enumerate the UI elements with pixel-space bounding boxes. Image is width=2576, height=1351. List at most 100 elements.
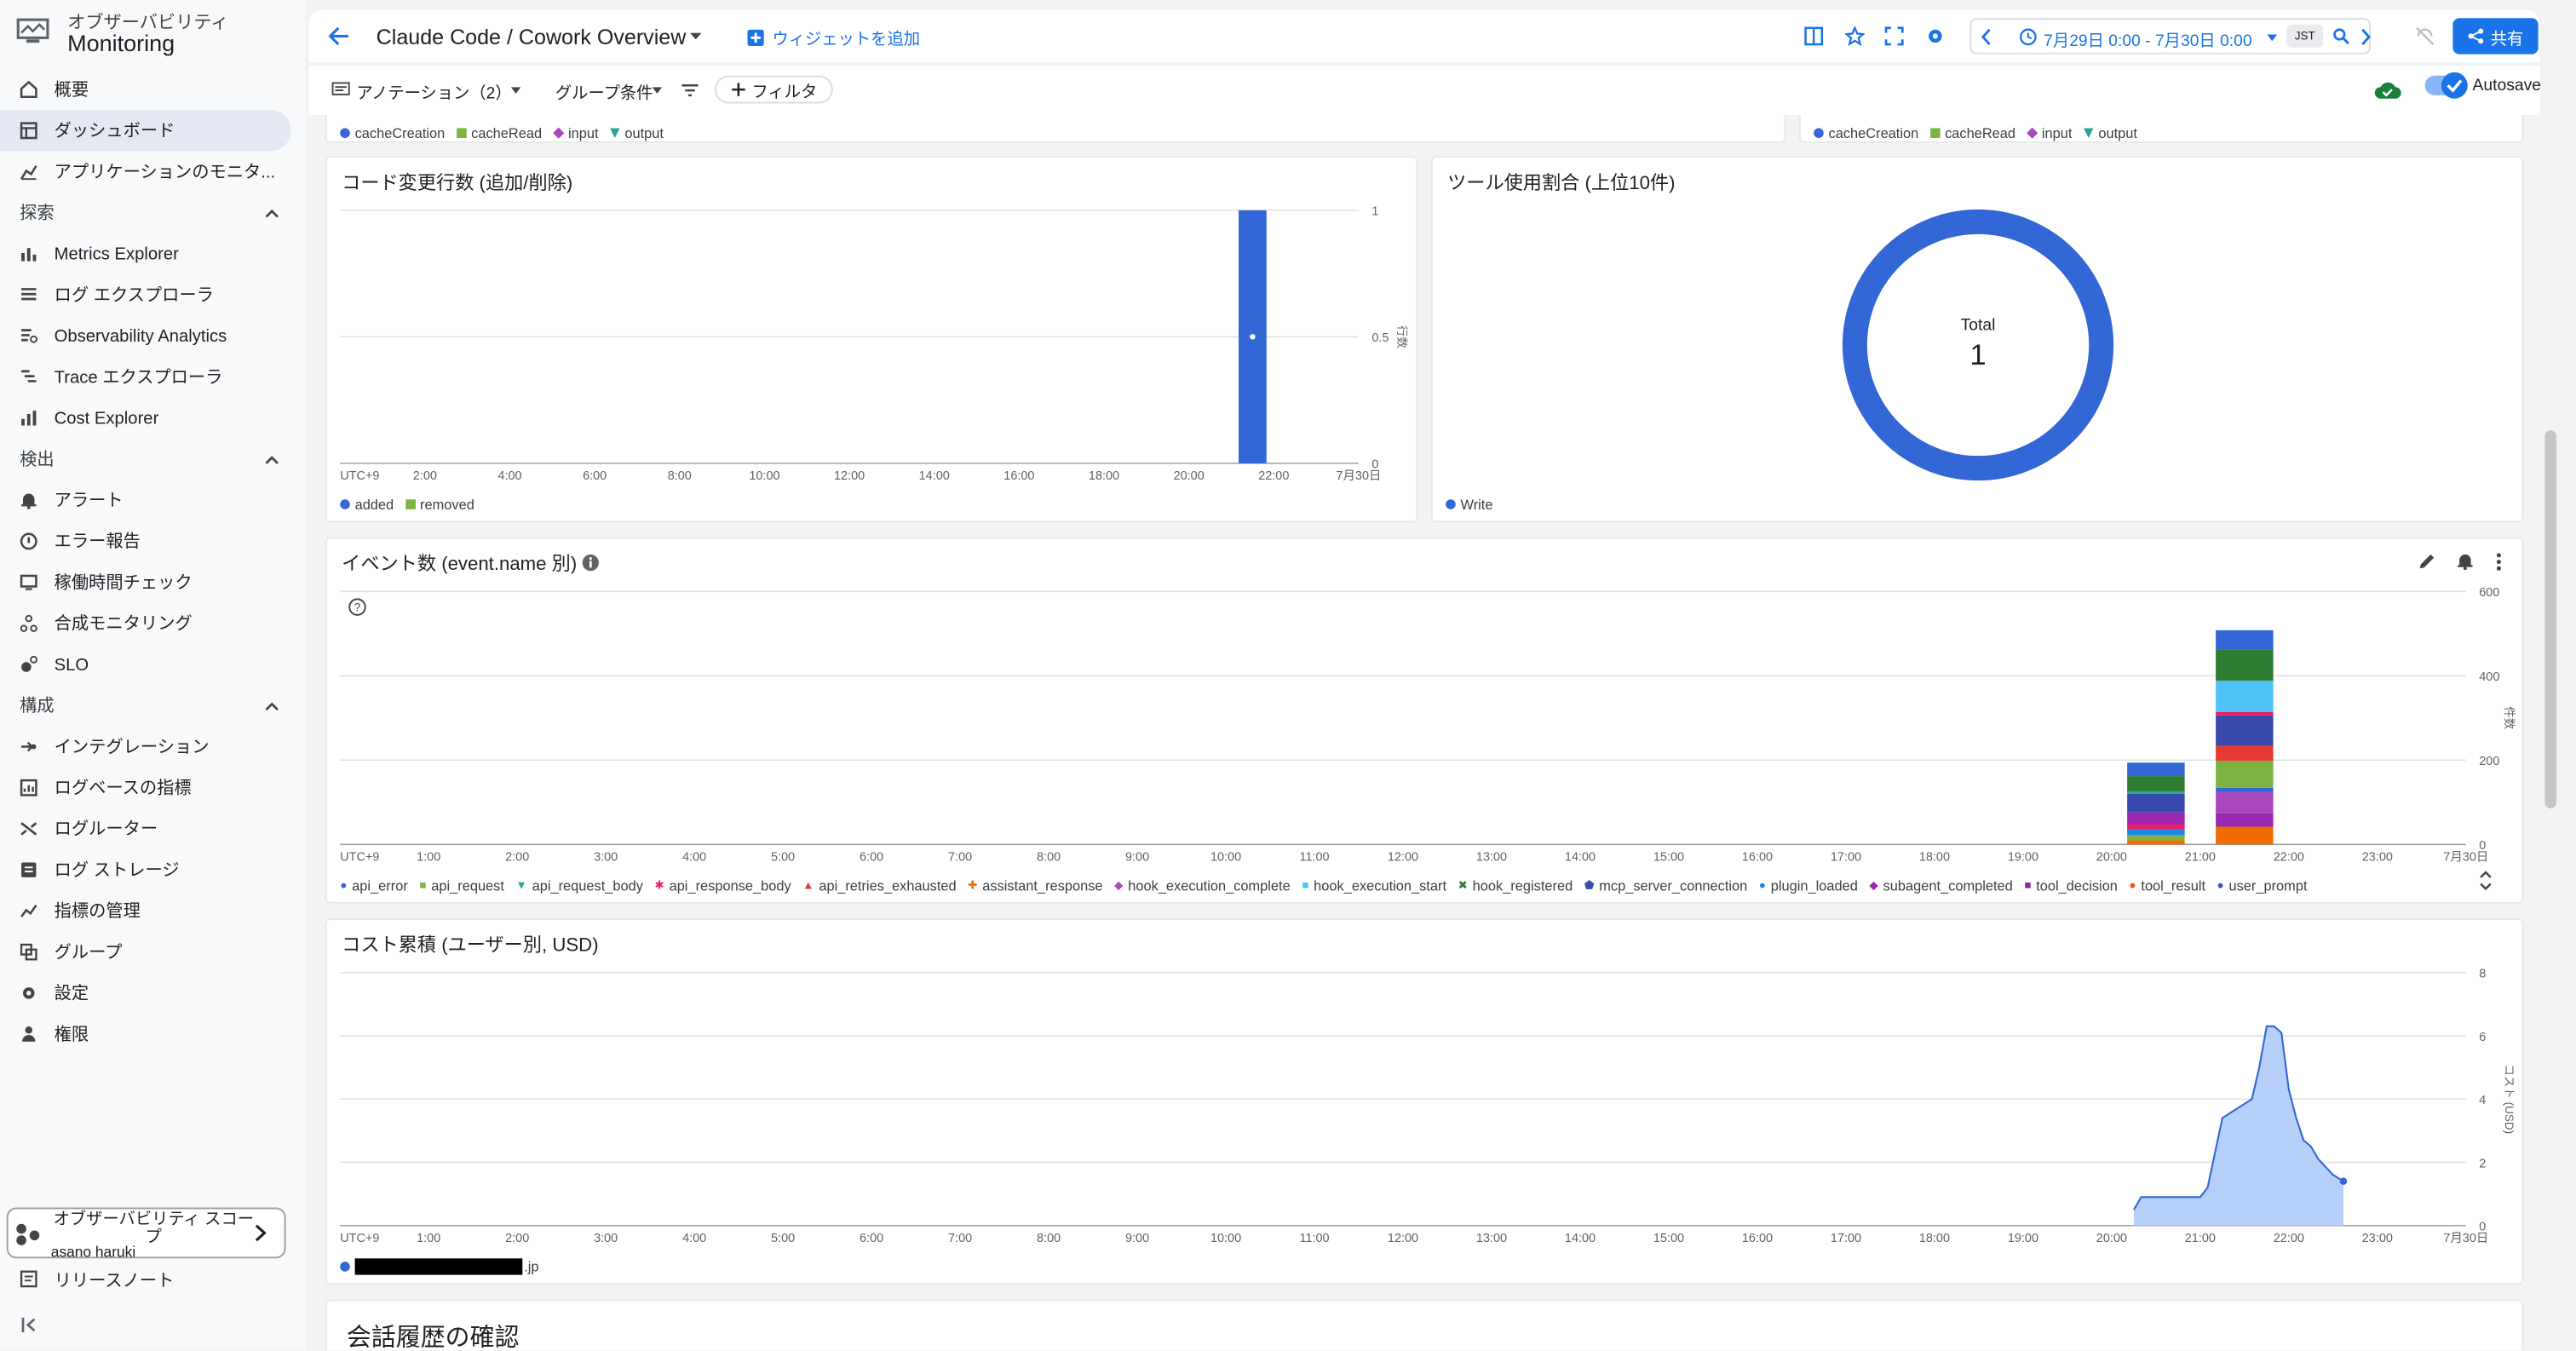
expand-legend-icon[interactable] [2477, 869, 2493, 892]
filter-lines-icon[interactable] [681, 83, 699, 97]
legend-item[interactable]: output [2083, 124, 2137, 141]
star-icon[interactable] [1844, 26, 1865, 47]
sidebar-item-groups[interactable]: グループ [0, 932, 290, 973]
legend-marker: ✚ [968, 880, 978, 893]
sidebar-item-synthetic-monitoring[interactable]: 合成モニタリング [0, 603, 290, 644]
x-tick-label: 3:00 [594, 851, 618, 865]
sidebar-item-logs-explorer[interactable]: ログ エクスプローラ [0, 274, 290, 315]
sidebar-item-permissions[interactable]: 権限 [0, 1014, 290, 1055]
legend-item[interactable]: ■ api_request [419, 877, 504, 894]
sidebar-item-observability-analytics[interactable]: Observability Analytics [0, 315, 290, 356]
legend-item[interactable]: ● tool_result [2129, 877, 2205, 894]
legend-item[interactable]: ⬟ mcp_server_connection [1584, 877, 1748, 894]
sidebar-item-dashboard[interactable]: ダッシュボード [0, 110, 291, 152]
legend-item[interactable]: ▼ api_request_body [515, 877, 643, 894]
x-tick-label: 20:00 [2096, 851, 2127, 865]
legend-item[interactable]: cacheRead [1929, 125, 2015, 141]
legend-item[interactable]: cacheCreation [340, 125, 445, 141]
sidebar-item-metrics-management[interactable]: 指標の管理 [0, 890, 290, 931]
legend-item[interactable]: ✱ api_response_body [654, 877, 791, 894]
x-tick-label: 16:00 [1742, 851, 1773, 865]
legend-item[interactable]: ✖ hook_registered [1458, 877, 1573, 894]
zoom-icon[interactable] [2333, 28, 2349, 45]
section-configure[interactable]: 構成 [0, 685, 306, 726]
section-explore[interactable]: 探索 [0, 193, 306, 233]
y-tick-label: 600 [2479, 586, 2499, 600]
sidebar-item-uptime-checks[interactable]: 稼働時間チェック [0, 562, 290, 603]
x-tick-label: 21:00 [2185, 1232, 2216, 1245]
caret-down-icon [510, 87, 521, 94]
settings-gear-icon[interactable] [1925, 26, 1945, 46]
y-tick-label: 200 [2479, 755, 2499, 768]
legend-label: output [2098, 124, 2137, 141]
cost-chart-icon [20, 409, 37, 427]
sidebar-item-cost-explorer[interactable]: Cost Explorer [0, 398, 290, 439]
legend-item[interactable]: removed [405, 496, 474, 513]
sidebar-item-settings[interactable]: 設定 [0, 973, 290, 1014]
bar-segment [2216, 761, 2274, 788]
sidebar-item-overview[interactable]: 概要 [0, 69, 290, 110]
x-tick-label: 13:00 [1476, 851, 1507, 865]
add-widget-button[interactable]: ウィジェットを追加 [747, 25, 920, 49]
release-notes-link[interactable]: リリースノート [20, 1268, 174, 1293]
sidebar-item-alerts[interactable]: アラート [0, 480, 290, 520]
back-arrow-icon[interactable] [328, 26, 350, 46]
legend-item[interactable]: ● plugin_loaded [1759, 877, 1858, 894]
legend-label: cacheCreation [354, 124, 446, 141]
legend-item[interactable]: Write [1446, 496, 1492, 513]
legend-item[interactable]: output [610, 125, 664, 141]
bar-segment [2127, 829, 2185, 836]
page-scrollbar[interactable] [2544, 430, 2556, 808]
sidebar-item-log-router[interactable]: ログルーター [0, 808, 290, 849]
legend-item[interactable]: ● api_error [340, 877, 408, 894]
x-tick-label: 2:00 [505, 851, 529, 865]
legend-item[interactable]: added [340, 496, 394, 513]
legend-item[interactable]: ■ hook_execution_start [1302, 877, 1446, 894]
title-dropdown-icon[interactable] [690, 32, 702, 40]
dashboard-title[interactable]: Claude Code / Cowork Overview [377, 25, 687, 49]
chevron-left-icon[interactable] [1980, 28, 1992, 46]
time-range-picker[interactable]: 7月29日 0:00 - 7月30日 0:00 JST [1969, 18, 2372, 55]
legend-item[interactable]: cacheRead [456, 125, 542, 141]
section-detect[interactable]: 検出 [0, 439, 306, 480]
legend-item[interactable]: ◆ hook_execution_complete [1114, 877, 1291, 894]
legend-item[interactable]: ● user_prompt [2217, 877, 2308, 894]
sidebar-item-error-reporting[interactable]: エラー報告 [0, 520, 290, 561]
sidebar-item-trace-explorer[interactable]: Trace エクスプローラ [0, 357, 290, 398]
legend-item[interactable]: input [552, 125, 599, 141]
sidebar-item-slo[interactable]: SLO [0, 644, 290, 685]
chevron-right-icon[interactable] [2359, 28, 2372, 46]
legend-item[interactable]: cacheCreation [1814, 125, 1918, 141]
integration-icon [20, 738, 37, 756]
group-by-dropdown[interactable]: グループ条件 [555, 79, 653, 103]
legend-marker: ⬟ [1584, 880, 1595, 893]
add-filter-button[interactable]: フィルタ [714, 75, 833, 104]
fullscreen-icon[interactable] [1884, 26, 1904, 46]
auto-refresh-off-icon[interactable] [2415, 26, 2435, 46]
sidebar-item-integrations[interactable]: インテグレーション [0, 726, 290, 767]
legend-item[interactable]: ◆ subagent_completed [1869, 877, 2012, 894]
legend-item[interactable]: ■ tool_decision [2024, 877, 2118, 894]
product-header[interactable]: オブザーバビリティ Monitoring [16, 9, 229, 56]
legend-item[interactable]: ✚ assistant_response [968, 877, 1102, 894]
sidebar-item-metrics-explorer[interactable]: Metrics Explorer [0, 233, 290, 274]
toc-icon[interactable] [1804, 26, 1824, 46]
toggle-switch[interactable] [2424, 72, 2468, 99]
bar-segment [2216, 681, 2274, 712]
sidebar-item-log-based-metrics[interactable]: ログベースの指標 [0, 767, 290, 808]
monitoring-logo-icon [16, 18, 49, 43]
legend-item[interactable]: input [2026, 125, 2072, 141]
observability-scope-selector[interactable]: オブザーバビリティ スコープ asano haruki [6, 1207, 286, 1260]
x-tick-label: UTC+9 [340, 1232, 379, 1245]
sidebar-item-app-monitoring[interactable]: アプリケーションのモニタ... [0, 151, 290, 192]
share-button[interactable]: 共有 [2452, 18, 2539, 55]
collapse-sidebar-icon[interactable] [21, 1317, 37, 1337]
legend-item[interactable]: ▲ api_retries_exhausted [802, 877, 956, 894]
x-tick-label: 14:00 [919, 469, 950, 483]
y-axis-label: 行数 [1395, 325, 1408, 348]
autosave-toggle[interactable]: Autosave [2424, 72, 2541, 99]
annotation-dropdown[interactable]: アノテーション（2） [357, 79, 512, 103]
legend-item[interactable]: .jp [340, 1258, 539, 1275]
timezone-badge[interactable]: JST [2286, 24, 2324, 48]
sidebar-item-log-storage[interactable]: ログ ストレージ [0, 849, 290, 890]
